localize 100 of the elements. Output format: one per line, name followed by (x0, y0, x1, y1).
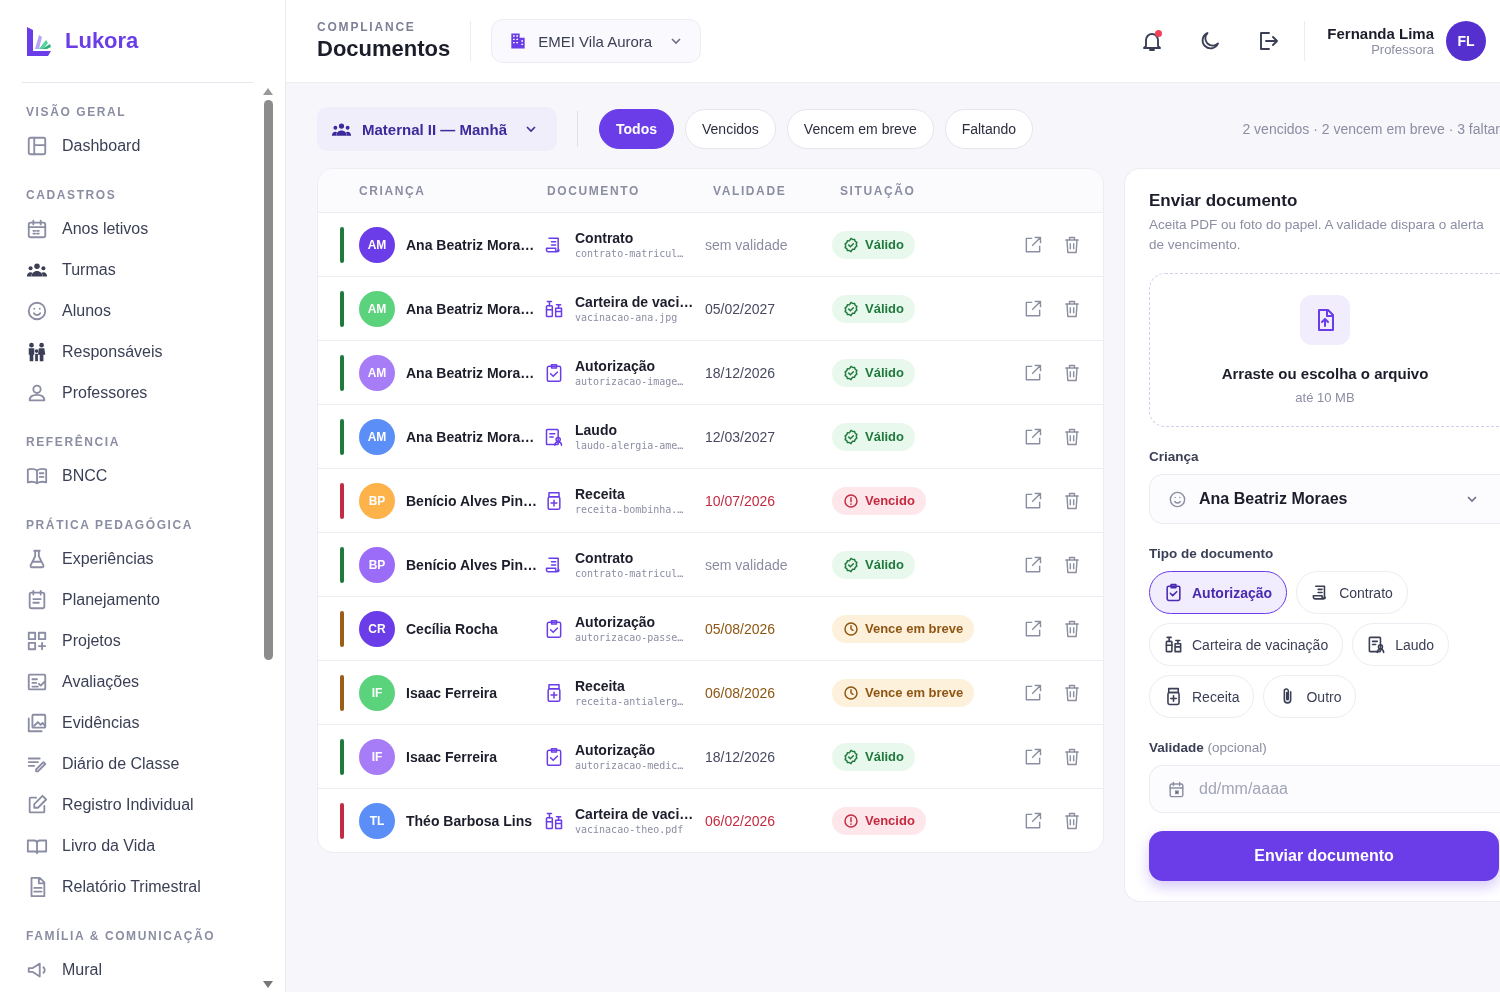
validity-date: 05/02/2027 (705, 300, 777, 317)
check-badge-icon (843, 428, 859, 445)
file-name: autorizacao-image… (575, 376, 685, 387)
child-name: Isaac Ferreira (406, 684, 499, 701)
open-button[interactable] (1023, 682, 1043, 703)
child-avatar: BP (359, 546, 395, 583)
section-title: FAMÍLIA & COMUNICAÇÃO (26, 929, 217, 943)
sidebar-item[interactable]: Avaliações (22, 661, 253, 702)
delete-button[interactable] (1062, 554, 1082, 575)
sidebar-item[interactable]: Registro Individual (22, 784, 253, 825)
open-button[interactable] (1023, 298, 1043, 319)
validity-date: sem validade (705, 236, 789, 253)
submit-button[interactable]: Enviar documento (1149, 831, 1499, 881)
check-badge-icon (843, 364, 859, 381)
clock-icon (843, 684, 859, 701)
delete-button[interactable] (1062, 810, 1082, 831)
file-name: contrato-matricul… (575, 568, 685, 579)
filter-chip[interactable]: Vencidos (685, 109, 776, 149)
section-title: REFERÊNCIA (26, 435, 121, 449)
type-chip[interactable]: Receita (1149, 675, 1255, 718)
type-chip[interactable]: Contrato (1296, 571, 1408, 614)
images-icon (26, 711, 48, 734)
alert-icon (843, 492, 859, 509)
open-button[interactable] (1023, 746, 1043, 767)
class-select[interactable]: Maternal II — Manhã (317, 107, 558, 151)
filter-chip[interactable]: Faltando (944, 109, 1034, 149)
edit-icon (26, 793, 48, 816)
type-chip[interactable]: Laudo (1352, 623, 1450, 666)
file-name: receita-bombinha.… (575, 504, 685, 515)
open-button[interactable] (1023, 618, 1043, 639)
sidebar-item[interactable]: Relatório Trimestral (22, 866, 253, 907)
section-title: CADASTROS (26, 188, 118, 202)
child-select[interactable]: Ana Beatriz Moraes (1149, 474, 1500, 524)
document-name: Autorização (575, 742, 657, 758)
school-select[interactable]: EMEI Vila Aurora (491, 19, 702, 63)
check-badge-icon (843, 748, 859, 765)
open-button[interactable] (1023, 362, 1043, 383)
child-name: Ana Beatriz Mora… (406, 300, 536, 317)
clock-icon (843, 620, 859, 637)
sidebar-item[interactable]: Professores (22, 372, 253, 413)
sidebar-item[interactable]: Evidências (22, 702, 253, 743)
dropzone[interactable]: Arraste ou escolha o arquivo até 10 MB (1149, 273, 1500, 427)
open-button[interactable] (1023, 490, 1043, 511)
child-name: Isaac Ferreira (406, 748, 499, 765)
sidebar-item[interactable]: Turmas (22, 249, 253, 290)
filter-chip[interactable]: Todos (599, 109, 674, 149)
file-name: vacinacao-theo.pdf (575, 824, 685, 835)
validity-date: 05/08/2026 (705, 620, 777, 637)
page-title: Documentos (317, 36, 451, 62)
report-icon (1367, 635, 1387, 654)
sidebar-item[interactable]: Planejamento (22, 579, 253, 620)
delete-button[interactable] (1062, 746, 1082, 767)
sidebar-item[interactable]: BNCC (22, 455, 253, 496)
document-name: Autorização (575, 614, 657, 630)
delete-button[interactable] (1062, 618, 1082, 639)
open-button[interactable] (1023, 554, 1043, 575)
logo-icon (25, 25, 53, 57)
sidebar-item[interactable]: Diário de Classe (22, 743, 253, 784)
delete-button[interactable] (1062, 682, 1082, 703)
child-avatar: AM (359, 290, 395, 327)
type-chip[interactable]: Autorização (1149, 571, 1288, 614)
sidebar-item[interactable]: Dashboard (22, 125, 253, 166)
sidebar-item[interactable]: Responsáveis (22, 331, 253, 372)
child-name: Cecília Rocha (406, 620, 499, 637)
sidebar-item[interactable]: Livro da Vida (22, 825, 253, 866)
delete-button[interactable] (1062, 426, 1082, 447)
status-badge: Válido (832, 422, 915, 451)
open-button[interactable] (1023, 810, 1043, 831)
date-field[interactable]: dd/mm/aaaa (1149, 765, 1500, 813)
delete-button[interactable] (1062, 298, 1082, 319)
status-badge: Válido (832, 294, 915, 323)
delete-button[interactable] (1062, 234, 1082, 255)
sidebar-item[interactable]: Experiências (22, 538, 253, 579)
section-title: VISÃO GERAL (26, 105, 128, 119)
status-badge: Vence em breve (832, 678, 975, 707)
sidebar-item[interactable]: Anos letivos (22, 208, 253, 249)
dropzone-title: Arraste ou escolha o arquivo (1221, 365, 1429, 382)
sidebar-item[interactable]: Projetos (22, 620, 253, 661)
delete-button[interactable] (1062, 490, 1082, 511)
type-chip[interactable]: Outro (1263, 675, 1357, 718)
child-name: Théo Barbosa Lins (406, 812, 534, 829)
section-title: PRÁTICA PEDAGÓGICA (26, 518, 195, 532)
calendar-icon (26, 217, 48, 240)
status-badge: Vence em breve (832, 614, 975, 643)
delete-button[interactable] (1062, 362, 1082, 383)
sidebar-item[interactable]: Alunos (22, 290, 253, 331)
document-name: Contrato (575, 230, 635, 246)
panel-title: Enviar documento (1149, 191, 1299, 211)
user-avatar[interactable]: FL (1446, 21, 1486, 61)
field-label: Criança (1149, 449, 1200, 464)
sidebar-item[interactable]: Mural (22, 949, 253, 990)
open-button[interactable] (1023, 426, 1043, 447)
validity-date: 06/08/2026 (705, 684, 777, 701)
column-header: DOCUMENTO (547, 183, 641, 198)
page-eyebrow: COMPLIANCE (317, 20, 417, 34)
filter-chip[interactable]: Vencem em breve (786, 109, 934, 149)
open-button[interactable] (1023, 234, 1043, 255)
document-name: Autorização (575, 358, 657, 374)
column-header: VALIDADE (713, 183, 788, 198)
type-chip[interactable]: Carteira de vacinação (1149, 623, 1344, 666)
